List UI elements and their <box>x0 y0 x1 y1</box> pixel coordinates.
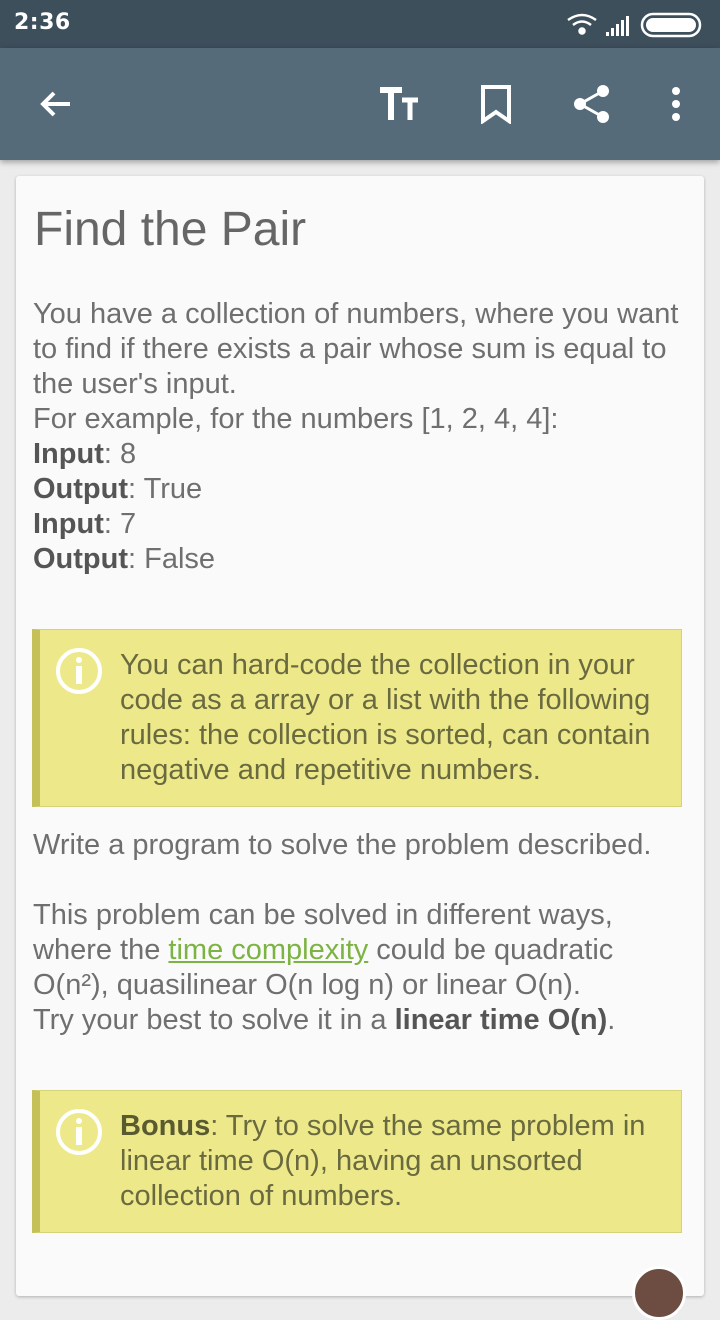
info-icon <box>56 648 102 694</box>
article-card: Find the Pair You have a collection of n… <box>16 176 704 1320</box>
example-output-1: Output: True <box>33 473 203 505</box>
status-bar: 2:36 <box>0 0 720 48</box>
share-button[interactable] <box>560 72 624 136</box>
complexity-paragraph: This problem can be solved in different … <box>33 899 616 1036</box>
intro-paragraph: You have a collection of numbers, where … <box>33 298 679 400</box>
text-size-icon <box>380 87 418 120</box>
status-time: 2:36 <box>14 10 71 35</box>
example-paragraph: For example, for the numbers [1, 2, 4, 4… <box>33 403 559 435</box>
more-button[interactable] <box>644 72 708 136</box>
info-note-text: You can hard-code the collection in your… <box>120 649 651 786</box>
status-icons <box>560 10 710 38</box>
avatar <box>632 1266 686 1320</box>
bookmark-icon <box>481 85 511 124</box>
time-complexity-link[interactable]: time complexity <box>168 934 368 966</box>
bonus-note-text: Bonus: Try to solve the same problem in … <box>120 1110 646 1212</box>
arrow-left-icon <box>40 91 70 117</box>
example-input-2: Input: 7 <box>33 508 137 540</box>
article-title: Find the Pair <box>34 203 307 256</box>
info-note: You can hard-code the collection in your… <box>32 629 682 807</box>
task-paragraph: Write a program to solve the problem des… <box>33 829 652 861</box>
battery-icon <box>640 12 702 38</box>
bookmark-button[interactable] <box>464 72 528 136</box>
back-button[interactable] <box>24 72 88 136</box>
text-size-button[interactable] <box>368 72 432 136</box>
info-icon <box>56 1109 102 1155</box>
wifi-icon <box>567 13 597 35</box>
bonus-note: Bonus: Try to solve the same problem in … <box>32 1090 682 1233</box>
example-output-2: Output: False <box>33 543 216 575</box>
example-input-1: Input: 8 <box>33 438 137 470</box>
problem-description: You have a collection of numbers, where … <box>33 297 683 577</box>
signal-icon <box>606 16 629 36</box>
share-icon <box>574 85 609 123</box>
more-vert-icon <box>672 87 680 121</box>
app-bar <box>0 48 720 160</box>
